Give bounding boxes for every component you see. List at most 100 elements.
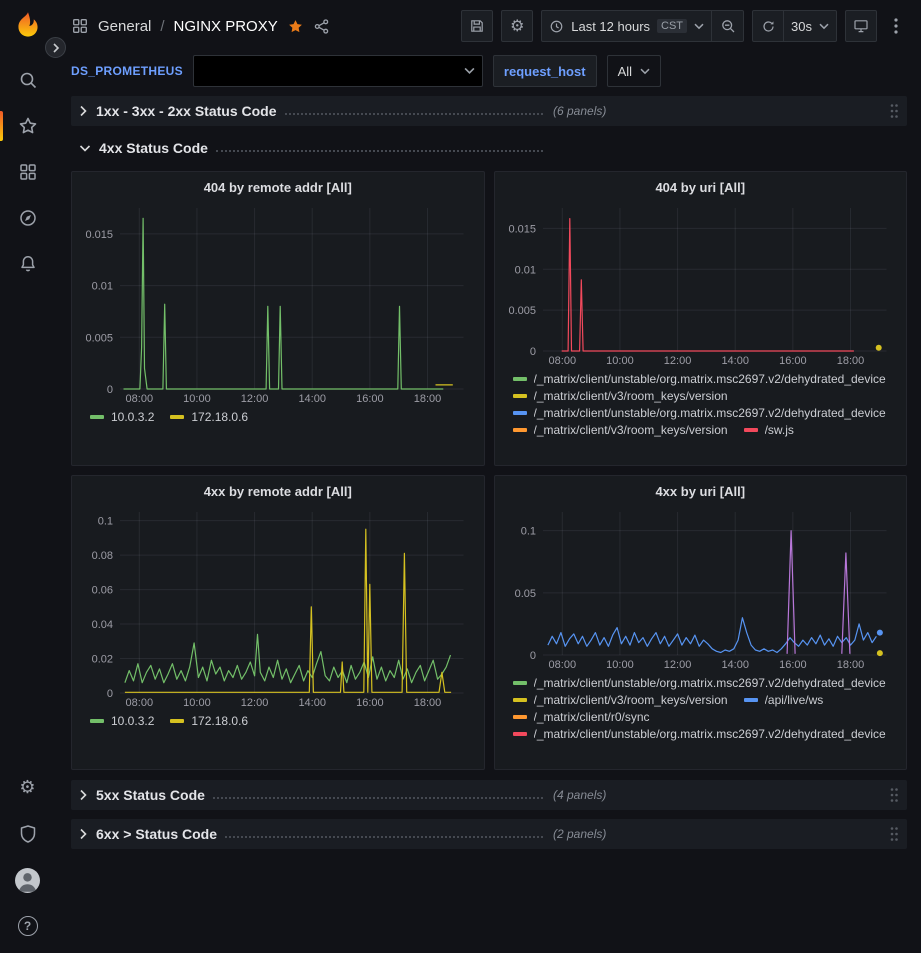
row-4xx-status-code[interactable]: 4xx Status Code — [71, 135, 907, 161]
chart-404-by-uri[interactable]: 08:0010:0012:0014:0016:0018:0000.0050.01… — [503, 200, 899, 368]
panel-title[interactable]: 4xx by uri [All] — [503, 480, 899, 504]
variables-bar: DS_PROMETHEUS request_host All — [55, 52, 921, 90]
dotted-leader — [213, 791, 543, 799]
save-icon — [469, 18, 485, 34]
zoom-out-button[interactable] — [712, 10, 744, 42]
svg-text:0.05: 0.05 — [514, 588, 535, 600]
legend-label: /_matrix/client/v3/room_keys/version — [534, 693, 728, 707]
row-drag-handle[interactable] — [889, 826, 899, 842]
legend-item[interactable]: 10.0.3.2 — [90, 714, 154, 728]
row-panel-count: (2 panels) — [553, 827, 606, 841]
refresh-button[interactable] — [752, 10, 784, 42]
svg-text:10:00: 10:00 — [606, 355, 634, 367]
toolbar-right: ⚙ Last 12 hours CST — [461, 10, 907, 42]
legend-swatch — [513, 411, 527, 415]
chart-4xx-by-uri[interactable]: 08:0010:0012:0014:0016:0018:0000.050.1 — [503, 504, 899, 672]
alerting-nav-button[interactable] — [0, 241, 55, 287]
svg-text:12:00: 12:00 — [241, 393, 269, 405]
svg-text:0.005: 0.005 — [85, 332, 113, 344]
server-admin-nav-button[interactable] — [0, 811, 55, 857]
svg-text:0.02: 0.02 — [92, 654, 113, 666]
explore-nav-button[interactable] — [0, 195, 55, 241]
svg-text:0.06: 0.06 — [92, 585, 113, 597]
row-1xx-3xx-2xx-status-code[interactable]: 1xx - 3xx - 2xx Status Code (6 panels) — [71, 96, 907, 126]
top-navbar: General / NGINX PROXY ⚙ Las — [55, 0, 921, 52]
user-avatar — [15, 868, 40, 893]
panel-title[interactable]: 4xx by remote addr [All] — [80, 480, 476, 504]
svg-text:10:00: 10:00 — [183, 697, 211, 709]
dashboards-nav-button[interactable] — [0, 149, 55, 195]
request-host-variable-dropdown[interactable]: All — [607, 55, 661, 87]
host-variable-dropdown[interactable] — [193, 55, 483, 87]
legend-item[interactable]: /_matrix/client/unstable/org.matrix.msc2… — [513, 372, 886, 386]
svg-text:10:00: 10:00 — [606, 659, 634, 671]
panel-legend: /_matrix/client/unstable/org.matrix.msc2… — [503, 672, 899, 765]
row-panel-count: (4 panels) — [553, 788, 606, 802]
legend-item[interactable]: 172.18.0.6 — [170, 410, 248, 424]
legend-item[interactable]: /api/live/ws — [744, 693, 824, 707]
cycle-view-mode-button[interactable] — [845, 10, 877, 42]
row-6xx-status-code[interactable]: 6xx > Status Code (2 panels) — [71, 819, 907, 849]
chart-404-by-remote-addr[interactable]: 08:0010:0012:0014:0016:0018:0000.0050.01… — [80, 200, 476, 406]
sidebar-expand-button[interactable] — [45, 37, 66, 58]
svg-text:0.04: 0.04 — [92, 619, 113, 631]
legend-swatch — [513, 428, 527, 432]
timezone-badge: CST — [657, 19, 687, 33]
search-nav-button[interactable] — [0, 57, 55, 103]
starred-nav-button[interactable] — [0, 103, 55, 149]
settings-nav-button[interactable]: ⚙ — [0, 765, 55, 811]
chevron-right-icon — [79, 105, 88, 117]
svg-text:18:00: 18:00 — [414, 393, 442, 405]
legend-item[interactable]: /_matrix/client/r0/sync — [513, 710, 650, 724]
sidebar: ⚙ ? — [0, 0, 55, 953]
svg-text:14:00: 14:00 — [298, 697, 326, 709]
kebab-menu-button[interactable] — [885, 10, 907, 42]
chart-4xx-by-remote-addr[interactable]: 08:0010:0012:0014:0016:0018:0000.020.040… — [80, 504, 476, 710]
svg-text:14:00: 14:00 — [721, 659, 749, 671]
legend-item[interactable]: /_matrix/client/unstable/org.matrix.msc2… — [513, 676, 886, 690]
chevron-down-icon — [694, 23, 704, 30]
svg-text:12:00: 12:00 — [663, 659, 691, 671]
profile-nav-button[interactable] — [0, 857, 55, 903]
legend-item[interactable]: /sw.js — [744, 423, 794, 437]
row-drag-handle[interactable] — [889, 787, 899, 803]
apps-grid-icon[interactable] — [71, 17, 89, 35]
row-drag-handle[interactable] — [889, 103, 899, 119]
legend-item[interactable]: /_matrix/client/v3/room_keys/version — [513, 423, 728, 437]
search-icon — [18, 70, 38, 90]
breadcrumb-section[interactable]: General — [98, 18, 151, 35]
legend-item[interactable]: /_matrix/client/unstable/org.matrix.msc2… — [513, 727, 886, 741]
legend-item[interactable]: 172.18.0.6 — [170, 714, 248, 728]
shield-icon — [18, 824, 38, 844]
legend-item[interactable]: 10.0.3.2 — [90, 410, 154, 424]
svg-text:16:00: 16:00 — [779, 355, 807, 367]
panel-title[interactable]: 404 by uri [All] — [503, 176, 899, 200]
svg-text:0: 0 — [107, 384, 113, 396]
svg-text:08:00: 08:00 — [548, 355, 576, 367]
legend-label: /_matrix/client/v3/room_keys/version — [534, 389, 728, 403]
svg-text:0.015: 0.015 — [85, 229, 113, 241]
svg-text:0: 0 — [529, 346, 535, 358]
legend-item[interactable]: /_matrix/client/v3/room_keys/version — [513, 389, 728, 403]
legend-swatch — [513, 732, 527, 736]
request-host-variable-value: All — [618, 64, 632, 79]
legend-item[interactable]: /_matrix/client/unstable/org.matrix.msc2… — [513, 406, 886, 420]
share-icon[interactable] — [313, 18, 330, 35]
legend-item[interactable]: /_matrix/client/v3/room_keys/version — [513, 693, 728, 707]
legend-label: 172.18.0.6 — [191, 410, 248, 424]
chevron-down-icon — [464, 67, 475, 75]
dotted-leader — [216, 144, 543, 152]
refresh-icon — [761, 19, 776, 34]
grafana-logo[interactable] — [11, 9, 45, 43]
svg-text:14:00: 14:00 — [298, 393, 326, 405]
dashboard-settings-button[interactable]: ⚙ — [501, 10, 533, 42]
time-range-picker[interactable]: Last 12 hours CST — [541, 10, 712, 42]
svg-text:0.08: 0.08 — [92, 550, 113, 562]
favorite-star-icon[interactable] — [287, 18, 304, 35]
svg-text:16:00: 16:00 — [779, 659, 807, 671]
help-nav-button[interactable]: ? — [0, 903, 55, 949]
save-dashboard-button[interactable] — [461, 10, 493, 42]
row-5xx-status-code[interactable]: 5xx Status Code (4 panels) — [71, 780, 907, 810]
refresh-interval-dropdown[interactable]: 30s — [784, 10, 837, 42]
panel-title[interactable]: 404 by remote addr [All] — [80, 176, 476, 200]
